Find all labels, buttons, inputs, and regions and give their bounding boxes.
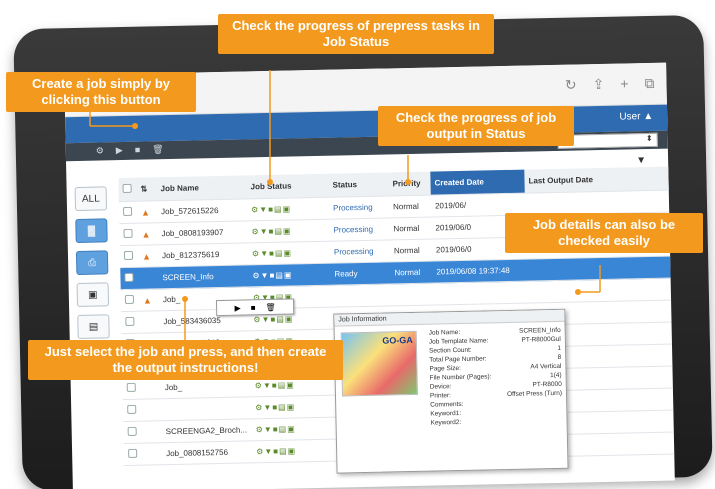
callout-details: Job details can also be checked easily: [505, 213, 703, 253]
callout-dot: [405, 179, 411, 185]
callout-prepress: Check the progress of prepress tasks in …: [218, 14, 494, 54]
callout-dot: [267, 179, 273, 185]
callout-dot: [575, 289, 581, 295]
callout-dot: [132, 123, 138, 129]
callout-select-job: Just select the job and press, and then …: [28, 340, 343, 380]
callout-output: Check the progress of job output in Stat…: [378, 106, 574, 146]
callout-create-job: Create a job simply by clicking this but…: [6, 72, 196, 112]
callout-dot: [182, 296, 188, 302]
